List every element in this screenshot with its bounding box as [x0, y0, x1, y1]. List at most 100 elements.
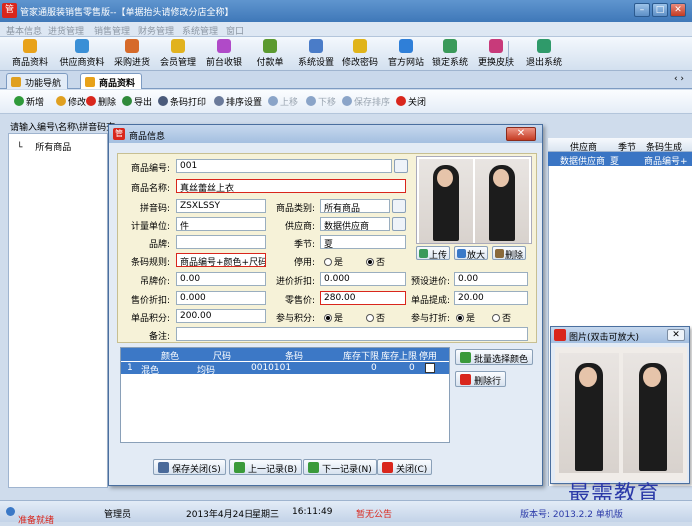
toolbar-button-2[interactable]: 采购进货 — [106, 39, 158, 69]
toolbar-button-10[interactable]: 更换皮肤 — [470, 39, 522, 69]
remark-field[interactable] — [176, 327, 528, 341]
tab-goods-info[interactable]: 商品资料 — [80, 73, 143, 89]
image-window-close-button[interactable]: ✕ — [667, 329, 685, 341]
join-points-no-radio[interactable]: 否 — [366, 311, 385, 324]
brand-field[interactable] — [176, 235, 266, 249]
join-points-yes-radio[interactable]: 是 — [324, 311, 343, 324]
disabled-checkbox[interactable] — [425, 363, 435, 373]
subtool-label: 关闭 — [408, 98, 427, 108]
table-row[interactable]: 1 混色 均码 0010101 0 0 — [121, 361, 449, 376]
dialog-close-button[interactable]: ✕ — [506, 127, 536, 141]
cell-stock-min: 0 — [371, 363, 377, 373]
toolbar-button-4[interactable]: 前台收银 — [198, 39, 250, 69]
tab-label: 功能导航 — [25, 79, 62, 89]
barcode-rule-field[interactable]: 商品编号+颜色+尺码 — [176, 253, 266, 267]
edit-code-icon[interactable] — [394, 159, 408, 173]
tag-price-field[interactable]: 0.00 — [176, 272, 266, 286]
subtool-icon — [158, 96, 168, 106]
app-logo-icon: 管 — [2, 3, 17, 18]
tree-item-all-goods[interactable]: 所有商品 — [35, 143, 71, 153]
subtool-label: 导出 — [134, 98, 153, 108]
subtool-button-4[interactable]: 条码打印 — [158, 95, 206, 109]
dialog-title-bar: 管 商品信息 ✕ — [109, 125, 542, 143]
label-name: 商品名称: — [130, 184, 170, 194]
label-sale-discount: 售价折扣: — [130, 296, 170, 306]
close-window-button[interactable]: ✕ — [670, 3, 686, 17]
prev-record-button[interactable]: 上一记录(B) — [229, 459, 303, 475]
main-toolbar: 商品资料 供应商资料 采购进货 会员管理 前台收银 付款单 系统设置 修改密码 官方网站 锁定系统… — [0, 37, 692, 71]
toolbar-button-3[interactable]: 会员管理 — [152, 39, 204, 69]
subtool-label: 下移 — [318, 98, 337, 108]
toolbar-button-0[interactable]: 商品资料 — [4, 39, 56, 69]
purchase-discount-field[interactable]: 0.000 — [320, 272, 406, 286]
commission-field[interactable]: 20.00 — [454, 291, 528, 305]
subtool-button-3[interactable]: 导出 — [122, 95, 152, 109]
close-button[interactable]: 关闭(C) — [377, 459, 433, 475]
menu-finance[interactable]: 财务管理 — [138, 24, 174, 37]
subtool-label: 新增 — [26, 98, 45, 108]
sale-discount-field[interactable]: 0.000 — [176, 291, 266, 305]
toolbar-button-1[interactable]: 供应商资料 — [56, 39, 108, 69]
menu-sales[interactable]: 销售管理 — [94, 24, 130, 37]
subtool-button-5[interactable]: 排序设置 — [214, 95, 262, 109]
upload-photo-button[interactable]: 上传 — [416, 246, 451, 261]
supplier-field[interactable]: 数据供应商 — [320, 217, 390, 231]
delete-photo-button[interactable]: 删除 — [492, 246, 527, 261]
subtool-button-9[interactable]: 关闭 — [396, 95, 426, 109]
points-field[interactable]: 200.00 — [176, 309, 266, 323]
supplier-picker-icon[interactable] — [392, 217, 406, 231]
toolbar-button-7[interactable]: 修改密码 — [334, 39, 386, 69]
window-title: 管家通服装销售零售版--【单据抬头请修改分店全称】 — [20, 8, 234, 18]
join-discount-yes-radio[interactable]: 是 — [456, 311, 475, 324]
preview-image[interactable] — [555, 347, 687, 481]
payment-icon — [263, 39, 277, 53]
status-icon — [6, 507, 15, 516]
subtool-label: 删除 — [98, 98, 117, 108]
code-field[interactable]: 001 — [176, 159, 392, 173]
toolbar-button-5[interactable]: 付款单 — [244, 39, 296, 69]
join-discount-no-radio[interactable]: 否 — [492, 311, 511, 324]
season-field[interactable]: 夏 — [320, 235, 406, 249]
label-barcode-rule: 条码规则: — [130, 258, 170, 268]
next-record-button[interactable]: 下一记录(N) — [303, 459, 377, 475]
category-field[interactable]: 所有商品 — [320, 199, 390, 213]
toolbar-button-9[interactable]: 锁定系统 — [424, 39, 476, 69]
menu-basic-info[interactable]: 基本信息 — [6, 24, 42, 37]
subtool-icon — [86, 96, 96, 106]
name-field[interactable]: 真丝蕾丝上衣 — [176, 179, 406, 193]
save-close-button[interactable]: 保存关闭(S) — [153, 459, 226, 475]
table-row[interactable]: 数据供应商 夏 商品编号+ — [548, 152, 692, 167]
menu-window[interactable]: 窗口 — [226, 24, 244, 37]
disabled-yes-radio[interactable]: 是 — [324, 255, 343, 268]
maximize-button[interactable]: □ — [652, 3, 668, 17]
status-notice[interactable]: 暂无公告 — [356, 507, 392, 520]
product-photo[interactable] — [416, 156, 532, 244]
label-join-points: 参与积分: — [275, 314, 315, 324]
unit-field[interactable]: 件 — [176, 217, 266, 231]
menu-system[interactable]: 系统管理 — [182, 24, 218, 37]
disabled-no-radio[interactable]: 否 — [366, 255, 385, 268]
menu-purchase[interactable]: 进货管理 — [48, 24, 84, 37]
subtool-button-0[interactable]: 新增 — [14, 95, 44, 109]
tab-function-nav[interactable]: 功能导航 — [6, 73, 69, 89]
dialog-title: 商品信息 — [129, 132, 166, 142]
category-picker-icon[interactable] — [392, 199, 406, 213]
toolbar-button-label: 退出系统 — [525, 58, 562, 68]
minimize-button[interactable]: – — [634, 3, 650, 17]
subtool-button-1[interactable]: 修改 — [56, 95, 86, 109]
image-window-title: 图片(双击可放大) — [569, 333, 640, 343]
zoom-photo-button[interactable]: 放大 — [454, 246, 489, 261]
subtool-button-2[interactable]: 删除 — [86, 95, 116, 109]
image-window-title-bar: 图片(双击可放大) ✕ — [551, 327, 689, 343]
preset-cost-field[interactable]: 0.00 — [454, 272, 528, 286]
retail-price-field[interactable]: 280.00 — [320, 291, 406, 305]
batch-select-color-button[interactable]: 批量选择颜色 — [455, 349, 534, 365]
tab-scroll-arrows-icon[interactable]: ‹ › — [674, 74, 684, 84]
toolbar-button-label: 更换皮肤 — [477, 58, 514, 68]
subtool-icon — [56, 96, 66, 106]
radio-dot-icon — [366, 314, 374, 322]
delete-row-button[interactable]: 删除行 — [455, 371, 507, 387]
upload-icon — [419, 249, 428, 258]
pinyin-field[interactable]: ZSXLSSY — [176, 199, 266, 213]
toolbar-button-11[interactable]: 退出系统 — [518, 39, 570, 69]
